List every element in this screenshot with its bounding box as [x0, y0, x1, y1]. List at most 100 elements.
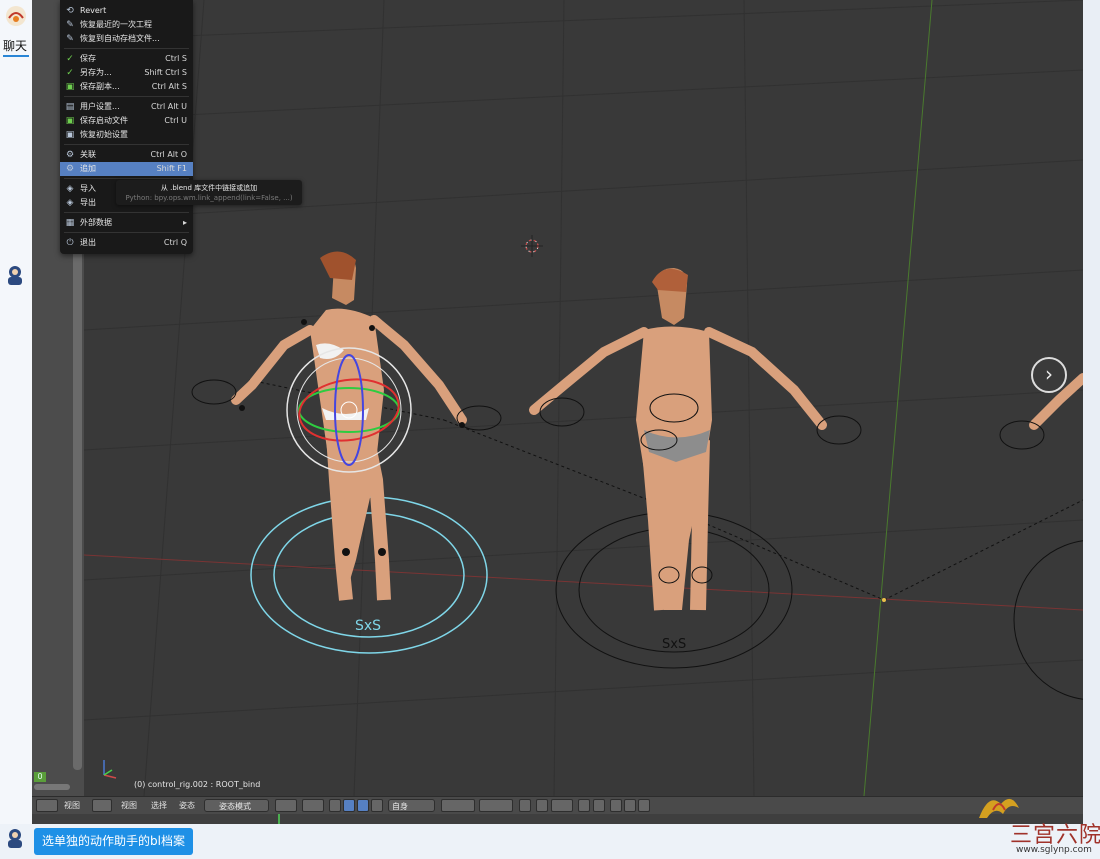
viewport-type-icon[interactable] — [92, 799, 112, 812]
menu-item-label: 用户设置... — [80, 102, 120, 111]
menu-item-link[interactable]: ⚙ 关联 Ctrl Alt O — [60, 148, 193, 162]
menu-item-factory-settings[interactable]: ▣ 恢复初始设置 — [60, 128, 193, 142]
save-startup-icon: ▣ — [65, 116, 75, 126]
timeline-strip — [32, 814, 1083, 824]
menu-view[interactable]: 视图 — [121, 800, 137, 812]
right-edge — [1083, 0, 1100, 824]
orientation-selector[interactable]: 自身 — [388, 799, 435, 812]
translate-icon[interactable] — [343, 799, 355, 812]
menu-item-shortcut: Ctrl U — [164, 116, 187, 125]
avatar-icon[interactable] — [4, 264, 26, 286]
menu-item-save-startup[interactable]: ▣ 保存启动文件 Ctrl U — [60, 114, 193, 128]
menu-view-left[interactable]: 视图 — [64, 800, 80, 812]
snap-icon[interactable] — [551, 799, 573, 812]
character-male[interactable]: SxS — [529, 268, 862, 669]
export-icon: ◈ — [66, 198, 74, 208]
chat-sidebar: 聊天 — [0, 0, 32, 859]
app-logo-icon — [6, 6, 26, 26]
menu-separator — [64, 96, 189, 97]
menu-item-label: 保存副本... — [80, 82, 120, 91]
menu-separator — [64, 232, 189, 233]
3d-viewport[interactable]: SxS SxS (0) control_rig.002: ROOT_bind — [84, 0, 1083, 796]
menu-item-label: Revert — [80, 6, 107, 15]
menu-item-shortcut: Ctrl Alt O — [150, 150, 187, 159]
frame-indicator: 0 — [34, 772, 46, 782]
3d-cursor-icon[interactable] — [521, 235, 543, 257]
scale-icon[interactable] — [371, 799, 383, 812]
revert-icon: ⟲ — [66, 6, 74, 16]
menu-item-label: 另存为... — [80, 68, 112, 77]
menu-item-revert[interactable]: ⟲ Revert — [60, 4, 193, 18]
file-menu: ⟲ Revert ✎ 恢复最近的一次工程 ✎ 恢复到自动存档文件... ✓ 保存 Ctrl S ✓… — [60, 0, 193, 254]
save-icon: ✓ — [66, 54, 74, 64]
manipulator-icon[interactable] — [329, 799, 341, 812]
menu-item-shortcut: ▸ — [182, 218, 187, 227]
tool-shelf-hscroll[interactable] — [34, 784, 70, 790]
character-female[interactable]: SxS — [191, 251, 502, 654]
chat-tab[interactable]: 聊天 — [3, 37, 27, 54]
menu-item-label: 追加 — [80, 164, 96, 173]
menu-item-recover-last[interactable]: ✎ 恢复最近的一次工程 — [60, 18, 193, 32]
copy-pose-icon[interactable] — [610, 799, 622, 812]
x-axis-line — [84, 554, 1083, 611]
menu-item-shortcut: Ctrl Alt U — [150, 102, 187, 111]
import-icon: ◈ — [66, 184, 74, 194]
paste-flipped-icon[interactable] — [638, 799, 650, 812]
menu-separator — [64, 178, 189, 179]
menu-item-shortcut: Ctrl Q — [163, 238, 187, 247]
shading-mode-icon[interactable] — [275, 799, 297, 812]
mode-selector[interactable]: 姿态模式 — [204, 799, 269, 812]
save-as-icon: ✓ — [66, 68, 74, 78]
menu-item-recover-auto[interactable]: ✎ 恢复到自动存档文件... — [60, 32, 193, 46]
menu-item-quit[interactable]: ⏻ 退出 Ctrl Q — [60, 236, 193, 250]
lock-layers-icon[interactable] — [519, 799, 531, 812]
svg-text:SxS: SxS — [355, 618, 381, 634]
editor-type-icon[interactable] — [36, 799, 58, 812]
menu-separator — [64, 212, 189, 213]
menu-item-save-as[interactable]: ✓ 另存为... Shift Ctrl S — [60, 66, 193, 80]
menu-item-shortcut: Shift Ctrl S — [144, 68, 187, 77]
character-partial[interactable] — [999, 373, 1083, 700]
menu-item-user-prefs[interactable]: ▤ 用户设置... Ctrl Alt U — [60, 100, 193, 114]
next-arrow-button[interactable]: › — [1031, 357, 1067, 393]
factory-settings-icon: ▣ — [65, 130, 75, 140]
avatar-icon[interactable] — [4, 827, 26, 849]
quit-icon: ⏻ — [66, 238, 74, 248]
paste-pose-icon[interactable] — [624, 799, 636, 812]
axis-gizmo-icon — [103, 760, 117, 779]
menu-item-label: 恢复最近的一次工程 — [80, 20, 152, 29]
menu-item-shortcut: Ctrl Alt S — [151, 82, 187, 91]
watermark-url: www.sglynp.com — [1016, 845, 1092, 855]
menu-item-shortcut: Shift F1 — [156, 164, 187, 173]
menu-item-label: 保存 — [80, 54, 96, 63]
render-icon[interactable] — [578, 799, 590, 812]
menu-item-label: 导入 — [80, 184, 96, 193]
chat-message-bubble[interactable]: 选单独的动作助手的bl档案 — [34, 828, 193, 855]
save-copy-icon: ▣ — [65, 82, 75, 92]
menu-item-label: 退出 — [80, 238, 96, 247]
menu-item-label: 导出 — [80, 198, 96, 207]
menu-select[interactable]: 选择 — [151, 800, 167, 812]
menu-item-shortcut: Ctrl S — [165, 54, 187, 63]
menu-pose[interactable]: 姿态 — [179, 800, 195, 812]
external-data-icon: ▦ — [65, 218, 75, 228]
origin-point — [882, 598, 886, 602]
viewport-scene: SxS SxS — [84, 0, 1083, 796]
menu-item-label: 恢复到自动存档文件... — [80, 34, 160, 43]
append-icon: ⚙ — [65, 164, 75, 174]
recover-auto-icon: ✎ — [66, 34, 74, 44]
menu-item-save[interactable]: ✓ 保存 Ctrl S — [60, 52, 193, 66]
rotate-icon[interactable] — [357, 799, 369, 812]
layers-left-icon[interactable] — [441, 799, 475, 812]
menu-item-external-data[interactable]: ▦ 外部数据 ▸ — [60, 216, 193, 230]
proportional-edit-icon[interactable] — [536, 799, 548, 812]
recover-last-icon: ✎ — [66, 20, 74, 30]
pivot-point-icon[interactable] — [302, 799, 324, 812]
active-object-label: (0) control_rig.002 : ROOT_bind — [134, 780, 261, 789]
chat-tab-indicator — [3, 55, 29, 57]
layers-right-icon[interactable] — [479, 799, 513, 812]
render-anim-icon[interactable] — [593, 799, 605, 812]
menu-item-append[interactable]: ⚙ 追加 Shift F1 — [60, 162, 193, 176]
menu-item-save-copy[interactable]: ▣ 保存副本... Ctrl Alt S — [60, 80, 193, 94]
viewport-header: 视图 视图 选择 姿态 姿态模式 自身 — [32, 796, 1083, 814]
